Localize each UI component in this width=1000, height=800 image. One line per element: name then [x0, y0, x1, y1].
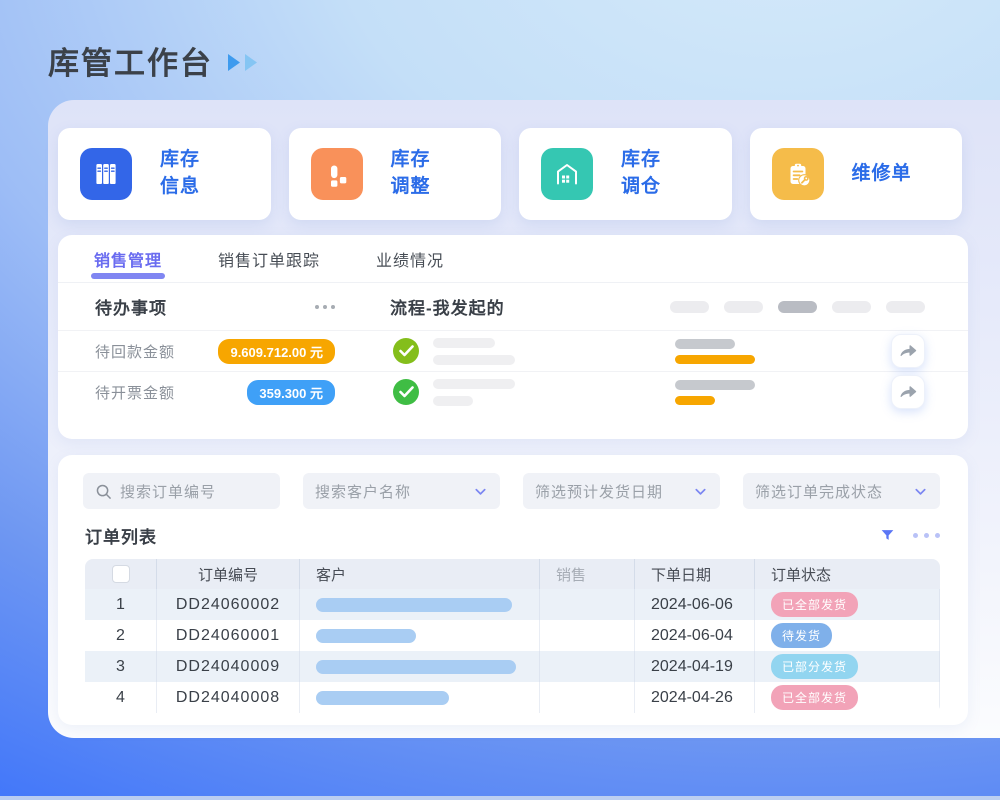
amount-badge: 9.609.712.00 元	[218, 339, 335, 364]
amount-badge: 359.300 元	[247, 380, 335, 405]
status-badge: 已全部发货	[771, 592, 858, 617]
chevron-down-icon	[473, 484, 488, 499]
order-list-title: 订单列表	[85, 523, 157, 548]
row-index: 4	[85, 682, 157, 713]
search-order-input[interactable]: 搜索订单编号	[83, 473, 280, 509]
skeleton-progress	[675, 339, 775, 364]
quick-cards-row: 库存 信息 库存 调整	[58, 128, 962, 220]
workbench-page: 库管工作台	[0, 0, 1000, 800]
order-date: 2024-04-26	[635, 682, 755, 713]
select-all-checkbox[interactable]	[112, 565, 130, 583]
bottom-edge-strip	[0, 796, 1000, 800]
active-tab-underline	[91, 273, 165, 279]
chevron-down-icon	[693, 484, 708, 499]
table-row[interactable]: 2 DD24060001 2024-06-04 待发货	[85, 620, 940, 651]
card-inventory-adjust[interactable]: 库存 调整	[289, 128, 502, 220]
card-repair-order[interactable]: 维修单	[750, 128, 963, 220]
table-row[interactable]: 3 DD24040009 2024-04-19 已部分发货	[85, 651, 940, 682]
skeleton-text	[433, 338, 533, 365]
table-header-row: 订单编号 客户 销售 下单日期 订单状态	[85, 559, 940, 589]
customer-skeleton-bar	[316, 660, 516, 674]
col-order-date: 下单日期	[635, 559, 755, 589]
customer-skeleton-bar	[316, 691, 449, 705]
order-no: DD24040008	[157, 682, 300, 713]
share-button[interactable]	[891, 375, 925, 409]
tab-performance[interactable]: 业绩情况	[376, 235, 444, 282]
filter-bar: 搜索订单编号 搜索客户名称 筛选预计发货日期 筛选订单完成状态	[83, 473, 968, 509]
card-label: 库存 信息	[160, 147, 200, 200]
double-play-icon	[227, 53, 258, 72]
card-inventory-transfer[interactable]: 库存 调仓	[519, 128, 732, 220]
row-index: 1	[85, 589, 157, 620]
card-label: 维修单	[852, 161, 912, 188]
library-books-icon	[80, 148, 132, 200]
share-button[interactable]	[891, 334, 925, 368]
todo-label: 待回款金额	[95, 341, 225, 362]
card-label: 库存 调整	[391, 147, 431, 200]
status-badge: 待发货	[771, 623, 832, 648]
card-inventory-info[interactable]: 库存 信息	[58, 128, 271, 220]
more-icon[interactable]	[913, 533, 940, 538]
todo-row-invoice: 待开票金额 359.300 元	[58, 371, 968, 412]
row-index: 2	[85, 620, 157, 651]
search-placeholder: 搜索订单编号	[120, 481, 268, 502]
blocks-icon	[311, 148, 363, 200]
sales-cell	[540, 682, 635, 713]
tab-sales-management[interactable]: 销售管理	[94, 235, 162, 282]
order-list-panel: 搜索订单编号 搜索客户名称 筛选预计发货日期 筛选订单完成状态	[58, 455, 968, 725]
todo-header-row: 待办事项 流程-我发起的	[58, 283, 968, 330]
sales-cell	[540, 620, 635, 651]
col-order-status: 订单状态	[755, 559, 940, 589]
card-label: 库存 调仓	[621, 147, 661, 200]
warehouse-icon	[541, 148, 593, 200]
order-date: 2024-04-19	[635, 651, 755, 682]
more-icon[interactable]	[315, 305, 335, 309]
todo-label: 待开票金额	[95, 382, 225, 403]
customer-skeleton-bar	[316, 629, 416, 643]
col-order-no: 订单编号	[157, 559, 300, 589]
order-status-dropdown[interactable]: 筛选订单完成状态	[743, 473, 940, 509]
row-index: 3	[85, 651, 157, 682]
todo-title: 待办事项	[95, 294, 167, 319]
check-circle-icon	[393, 338, 419, 364]
col-customer: 客户	[300, 559, 540, 589]
todo-row-receivable: 待回款金额 9.609.712.00 元	[58, 330, 968, 371]
skeleton-pill-bar	[670, 301, 925, 313]
repair-order-icon	[772, 148, 824, 200]
status-badge: 已全部发货	[771, 685, 858, 710]
workbench-container: 库存 信息 库存 调整	[48, 100, 1000, 738]
status-badge: 已部分发货	[771, 654, 858, 679]
sales-panel: 销售管理 销售订单跟踪 业绩情况 待办事项 流程-我发起的	[58, 235, 968, 439]
delivery-date-dropdown[interactable]: 筛选预计发货日期	[523, 473, 720, 509]
skeleton-progress	[675, 380, 775, 405]
chevron-down-icon	[913, 484, 928, 499]
check-circle-icon	[393, 379, 419, 405]
order-no: DD24060002	[157, 589, 300, 620]
customer-skeleton-bar	[316, 598, 512, 612]
order-list-header: 订单列表	[85, 523, 940, 548]
order-date: 2024-06-04	[635, 620, 755, 651]
order-date: 2024-06-06	[635, 589, 755, 620]
page-title: 库管工作台	[48, 38, 213, 83]
table-row[interactable]: 4 DD24040008 2024-04-26 已全部发货	[85, 682, 940, 713]
search-icon	[95, 483, 112, 500]
orders-table: 订单编号 客户 销售 下单日期 订单状态 1 DD24060002 2024-0…	[85, 559, 940, 713]
tab-bar: 销售管理 销售订单跟踪 业绩情况	[58, 235, 968, 283]
process-title: 流程-我发起的	[390, 294, 505, 319]
funnel-icon[interactable]	[880, 528, 895, 543]
tab-sales-order-tracking[interactable]: 销售订单跟踪	[218, 235, 320, 282]
col-sales: 销售	[540, 559, 635, 589]
customer-name-dropdown[interactable]: 搜索客户名称	[303, 473, 500, 509]
skeleton-text	[433, 379, 533, 406]
table-row[interactable]: 1 DD24060002 2024-06-06 已全部发货	[85, 589, 940, 620]
order-no: DD24060001	[157, 620, 300, 651]
sales-cell	[540, 589, 635, 620]
page-header: 库管工作台	[48, 38, 258, 83]
order-no: DD24040009	[157, 651, 300, 682]
sales-cell	[540, 651, 635, 682]
